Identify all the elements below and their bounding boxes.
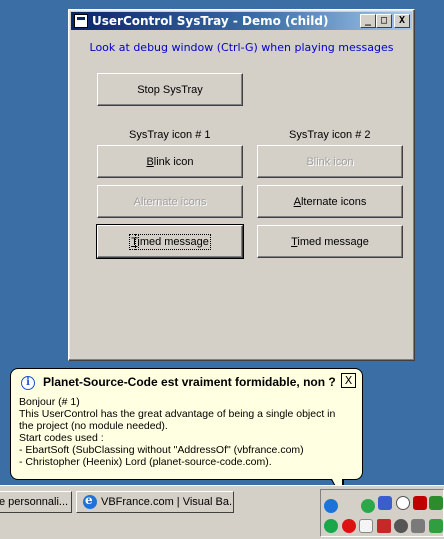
alternate-icons-1-label: Alternate icons xyxy=(133,195,207,208)
shield-icon[interactable] xyxy=(429,519,443,533)
timed-message-1-button[interactable]: Timed message xyxy=(96,224,244,259)
balloon-body: Bonjour (# 1) This UserControl has the g… xyxy=(19,396,359,468)
blink-icon-1-accel: B xyxy=(146,155,154,168)
alternate-icons-2-accel: A xyxy=(293,195,301,208)
utility-icon[interactable] xyxy=(411,519,425,533)
systray-icon-1-label: SysTray icon # 1 xyxy=(129,129,211,141)
monitor-icon[interactable] xyxy=(378,496,392,510)
record-icon[interactable] xyxy=(342,519,356,533)
alternate-icons-2-label: Alternate icons xyxy=(294,196,367,208)
window-title: UserControl SysTray - Demo (child) xyxy=(92,14,329,28)
balloon-line: the project (no module needed). xyxy=(19,420,168,432)
taskbar: e personnali... VBFrance.com | Visual Ba… xyxy=(0,485,444,539)
systray-icon-2-label: SysTray icon # 2 xyxy=(289,129,371,141)
network-icon[interactable] xyxy=(361,499,375,513)
debug-hint: Look at debug window (Ctrl-G) when playi… xyxy=(89,41,394,54)
stop-systray-button[interactable]: Stop SysTray xyxy=(97,73,243,106)
maximize-button[interactable]: □ xyxy=(376,14,392,28)
minimize-button[interactable]: _ xyxy=(360,14,376,28)
taskbar-item-vbfrance[interactable]: VBFrance.com | Visual Ba... xyxy=(76,491,234,513)
app-green-icon[interactable] xyxy=(429,496,443,510)
systray-demo-icon[interactable] xyxy=(324,499,338,513)
balloon-line: - EbartSoft (SubClassing without "Addres… xyxy=(19,444,304,456)
alternate-icons-2-button[interactable]: Alternate icons xyxy=(257,185,403,218)
blink-icon-2-label: Blink icon xyxy=(306,155,354,168)
balloon-title: Planet-Source-Code est vraiment formidab… xyxy=(43,375,336,389)
speaker-icon[interactable] xyxy=(377,519,391,533)
timed-message-2-text: imed message xyxy=(297,235,369,248)
timed-message-1-label: Timed message xyxy=(128,233,211,250)
balloon-line: Bonjour (# 1) xyxy=(19,396,80,408)
balloon-line: This UserControl has the great advantage… xyxy=(19,408,336,420)
close-button[interactable]: X xyxy=(394,14,410,28)
title-bar[interactable]: UserControl SysTray - Demo (child) _ □ X xyxy=(71,12,412,30)
internet-explorer-icon xyxy=(83,493,97,509)
disk-icon[interactable] xyxy=(394,519,408,533)
blink-icon-1-text: link icon xyxy=(153,155,194,168)
balloon-line: - Christopher (Heenix) Lord (planet-sour… xyxy=(19,456,272,468)
app-window-icon xyxy=(74,14,88,28)
timed-message-2-label: Timed message xyxy=(291,236,369,248)
alternate-icons-1-button[interactable]: Alternate icons xyxy=(97,185,243,218)
document-icon[interactable] xyxy=(359,519,373,533)
system-tray xyxy=(320,489,444,537)
alternate-icons-2-text: lternate icons xyxy=(300,195,367,208)
taskbar-item-personnali-label: e personnali... xyxy=(0,496,69,508)
timed-message-1-text: imed message xyxy=(135,233,211,250)
taskbar-item-personnali[interactable]: e personnali... xyxy=(0,491,72,513)
taskbar-item-vbfrance-label: VBFrance.com | Visual Ba... xyxy=(101,496,234,508)
app-red-icon[interactable] xyxy=(413,496,427,510)
clock-icon[interactable] xyxy=(396,496,410,510)
stop-systray-label: Stop SysTray xyxy=(137,83,203,96)
balloon-line: Start codes used : xyxy=(19,432,104,444)
info-icon: i xyxy=(21,376,35,390)
demo-window: UserControl SysTray - Demo (child) _ □ X… xyxy=(68,9,415,361)
balloon-tooltip[interactable]: i Planet-Source-Code est vraiment formid… xyxy=(10,368,363,480)
blink-icon-1-button[interactable]: Blink icon xyxy=(97,145,243,178)
caption-buttons: _ □ X xyxy=(360,14,410,28)
timed-message-2-button[interactable]: Timed message xyxy=(257,225,403,258)
green-power-icon[interactable] xyxy=(324,519,338,533)
blink-icon-2-button[interactable]: Blink icon xyxy=(257,145,403,178)
balloon-close-button[interactable]: X xyxy=(341,373,356,388)
blink-icon-1-label: Blink icon xyxy=(146,156,193,168)
